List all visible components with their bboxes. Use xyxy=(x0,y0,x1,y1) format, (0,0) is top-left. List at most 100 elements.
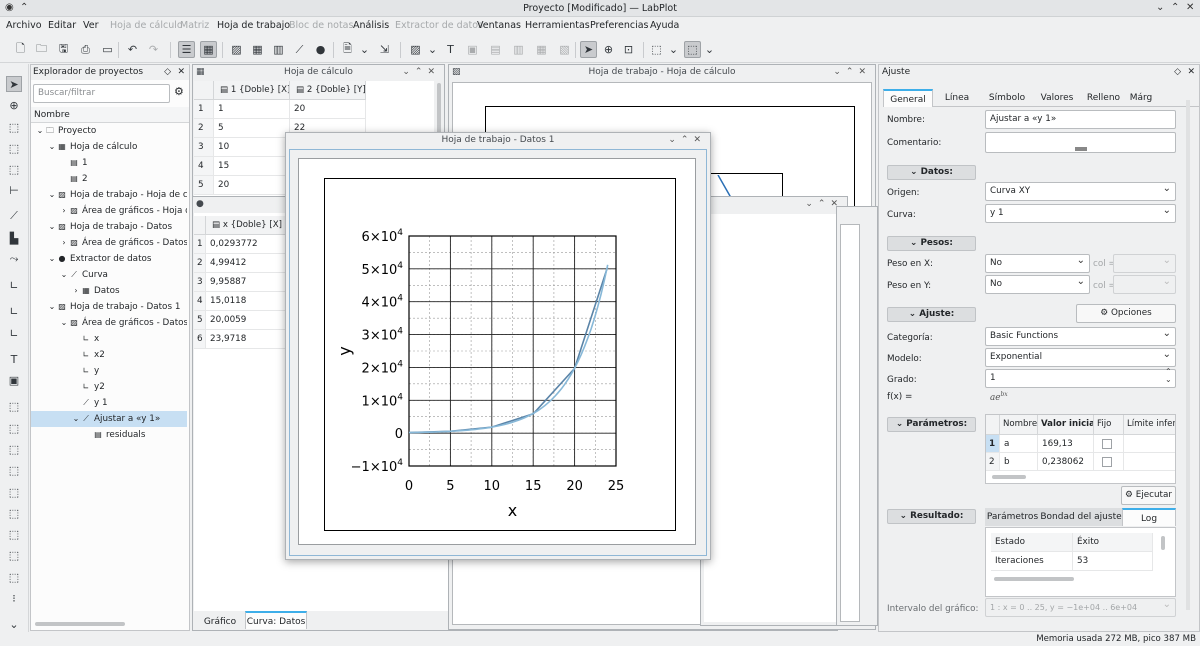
menu-item[interactable]: Preferencias xyxy=(590,20,649,31)
param-column-header[interactable]: Nombre xyxy=(1000,415,1038,435)
maximize-icon[interactable]: ⌃ xyxy=(1171,2,1179,13)
export-icon[interactable]: ⇲ xyxy=(376,41,393,58)
shift-icon[interactable]: ⁝ xyxy=(6,590,22,606)
vertical-layout-icon[interactable]: ☰ xyxy=(178,41,195,58)
subwindow-controls[interactable]: ⌄⌃✕ xyxy=(668,133,706,148)
histogram-icon[interactable]: ▙ xyxy=(6,230,22,246)
zoom-select-icon[interactable]: ⬚ xyxy=(684,41,701,58)
grado-spinbox[interactable]: 1 xyxy=(985,369,1176,388)
table-cell[interactable]: 10 xyxy=(214,138,290,157)
new-matrix-icon[interactable]: ▥ xyxy=(270,41,287,58)
expand-icon[interactable]: ⌄ xyxy=(71,411,81,427)
table-cell[interactable]: 20 xyxy=(290,100,366,119)
zoom-selection-icon[interactable]: ⬚ xyxy=(6,119,22,135)
fit-icon[interactable]: ⤳ xyxy=(6,251,22,267)
table-cell[interactable]: 15,0118 xyxy=(206,292,286,311)
zoom-select-dropdown-icon[interactable]: ⌄ xyxy=(701,41,718,58)
tree-item[interactable]: ⌄ ▦ Hoja de cálculo xyxy=(31,139,187,155)
expand-icon[interactable]: ⌄ xyxy=(47,219,57,235)
ajuste-tab[interactable]: Símbolo xyxy=(981,89,1033,107)
zoom-mode-icon[interactable]: ⊕ xyxy=(600,41,617,58)
row-number[interactable]: 5 xyxy=(194,176,214,195)
add-plot-icon[interactable]: ▨ xyxy=(407,41,424,58)
datos-section-toggle[interactable]: ⌄ Datos: xyxy=(887,165,976,180)
row-number[interactable]: 3 xyxy=(194,273,206,292)
log-vscrollbar[interactable] xyxy=(1161,536,1165,550)
subwindow-controls[interactable]: ⌄⌃✕ xyxy=(833,65,871,80)
redo-icon[interactable]: ↷ xyxy=(145,41,162,58)
plot-select-dropdown-icon[interactable]: ⌄ xyxy=(665,41,682,58)
menu-item[interactable]: Extractor de datos xyxy=(395,20,483,31)
float-panel-icon[interactable]: ◇ xyxy=(1174,65,1181,80)
add-plot-area-icon[interactable]: ▤ xyxy=(487,41,504,58)
expand-icon[interactable]: ⌄ xyxy=(59,315,69,331)
add-image-icon[interactable]: ▣ xyxy=(464,41,481,58)
expand-icon[interactable]: ⌄ xyxy=(35,123,45,139)
menu-item[interactable]: Matriz xyxy=(180,20,209,31)
scale-auto-x-icon[interactable]: ⬚ xyxy=(6,420,22,436)
select-mode-icon[interactable]: ➤ xyxy=(580,41,597,58)
table-cell[interactable]: 20 xyxy=(214,176,290,195)
col-y-select[interactable] xyxy=(1113,275,1176,294)
pesos-section-toggle[interactable]: ⌄ Pesos: xyxy=(887,236,976,251)
zoom-out-y-icon[interactable]: ⬚ xyxy=(6,569,22,585)
expand-icon[interactable]: › xyxy=(59,203,69,219)
zoom-out-x-icon[interactable]: ⬚ xyxy=(6,526,22,542)
worksheet-canvas[interactable]: 0 5 10 15 20 25 −1×104 0 1×104 2×104 3×104 4×104 5×1… xyxy=(298,158,696,545)
zoom-x-icon[interactable]: ⬚ xyxy=(6,140,22,156)
ajuste-tab[interactable]: Márg xyxy=(1126,89,1156,107)
layout-horizontal-icon[interactable]: ▥ xyxy=(510,41,527,58)
menu-item[interactable]: Archivo xyxy=(6,20,42,31)
import-dropdown-icon[interactable]: ⌄ xyxy=(356,41,373,58)
param-column-header[interactable]: Fijo xyxy=(1094,415,1124,435)
peso-x-select[interactable]: No xyxy=(985,254,1090,273)
more-tools-icon[interactable]: ⌄ xyxy=(6,616,22,632)
nombre-input[interactable]: Ajustar a «y 1» xyxy=(985,110,1176,129)
menu-item[interactable]: Hoja de trabajo xyxy=(217,20,290,31)
result-tab[interactable]: Parámetros xyxy=(985,508,1040,526)
table-cell[interactable]: 1 xyxy=(214,100,290,119)
grid-layout-icon[interactable]: ▦ xyxy=(200,41,217,58)
axis-icon[interactable]: ∟ xyxy=(6,277,22,293)
menu-item[interactable]: Hoja de cálculo xyxy=(110,20,183,31)
param-initial-value[interactable]: 169,13 xyxy=(1038,435,1094,453)
param-column-header[interactable]: Límite infer xyxy=(1124,415,1175,435)
table-cell[interactable]: 0,0293772 xyxy=(206,235,286,254)
tree-item[interactable]: ⌄ ▨ Hoja de trabajo - Datos 1 xyxy=(31,299,187,315)
categoria-select[interactable]: Basic Functions xyxy=(985,327,1176,346)
tab-curva-datos[interactable]: Curva: Datos xyxy=(245,611,307,629)
ajuste-scrollbar[interactable] xyxy=(1186,100,1190,610)
row-number[interactable]: 4 xyxy=(194,157,214,176)
parametros-section-toggle[interactable]: ⌄ Parámetros: xyxy=(887,417,976,432)
ajuste-tab[interactable]: Valores xyxy=(1033,89,1081,107)
ajuste-tab[interactable]: General xyxy=(883,89,933,107)
zoom-in-icon[interactable]: ⬚ xyxy=(6,462,22,478)
fit-chart[interactable]: 0 5 10 15 20 25−1×10401×1042×1043×1044×1045×1… xyxy=(324,178,676,531)
undo-icon[interactable]: ↶ xyxy=(124,41,141,58)
peso-y-select[interactable]: No xyxy=(985,275,1090,294)
row-number[interactable]: 3 xyxy=(194,138,214,157)
new-worksheet-icon[interactable]: ▨ xyxy=(228,41,245,58)
zoom-in-y-icon[interactable]: ⬚ xyxy=(6,547,22,563)
table-cell[interactable]: 9,95887 xyxy=(206,273,286,292)
row-number[interactable]: 1 xyxy=(194,235,206,254)
row-number[interactable]: 6 xyxy=(194,330,206,349)
tab-grafico[interactable]: Gráfico xyxy=(195,613,245,631)
minimize-icon[interactable]: ⌄ xyxy=(1156,2,1164,13)
menu-item[interactable]: Ver xyxy=(83,20,99,31)
table-cell[interactable]: 15 xyxy=(214,157,290,176)
close-panel-icon[interactable]: ✕ xyxy=(1187,65,1195,80)
menu-item[interactable]: Ventanas xyxy=(477,20,521,31)
row-number[interactable]: 1 xyxy=(986,435,1000,453)
scale-auto-icon[interactable]: ⬚ xyxy=(6,398,22,414)
explorer-search-input[interactable]: Buscar/filtrar xyxy=(33,84,170,103)
zoom-y-icon[interactable]: ⬚ xyxy=(6,161,22,177)
expand-icon[interactable]: ⌄ xyxy=(47,299,57,315)
text-label-icon[interactable]: T xyxy=(6,351,22,367)
zoom-in-x-icon[interactable]: ⬚ xyxy=(6,505,22,521)
import-icon[interactable]: 🗎 xyxy=(339,41,356,58)
zoom-fit-icon[interactable]: ⊡ xyxy=(620,41,637,58)
column-header[interactable]: 2 {Doble} [Y] xyxy=(307,85,365,95)
tree-item[interactable]: ▤ 1 xyxy=(31,155,187,171)
param-hscrollbar[interactable] xyxy=(992,475,1026,479)
